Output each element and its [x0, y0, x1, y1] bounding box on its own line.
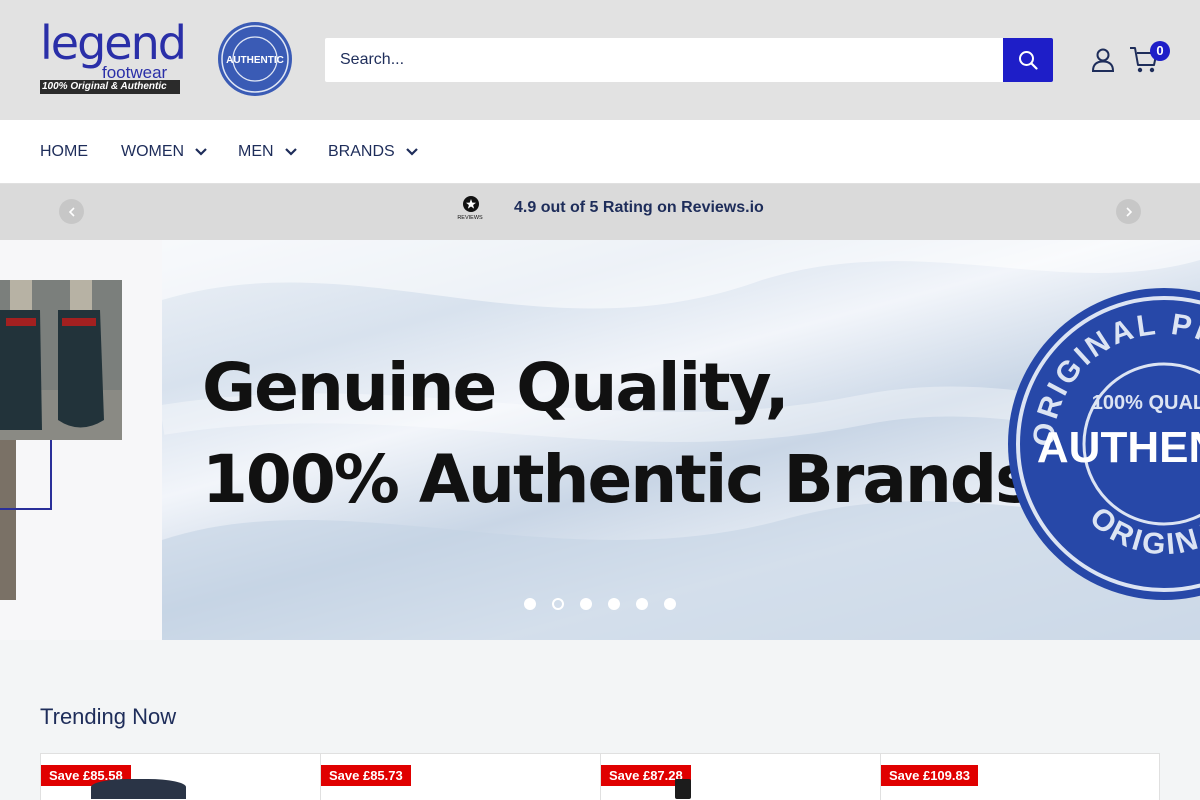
chevron-left-icon [68, 206, 75, 217]
product-card[interactable]: Save £109.83 [881, 754, 1161, 800]
nav-item-label: BRANDS [328, 143, 395, 160]
cart-count-badge: 0 [1150, 41, 1170, 61]
nav-item-label: WOMEN [121, 143, 185, 160]
slider-dot[interactable] [636, 598, 648, 610]
slider-dot[interactable] [664, 598, 676, 610]
logo-tagline: 100% Original & Authentic [40, 80, 180, 94]
slider-dots [0, 598, 1200, 610]
trending-title: Trending Now [40, 704, 177, 729]
hero-headline-line1: Genuine Quality, [202, 349, 790, 426]
save-badge: Save £109.83 [881, 765, 978, 786]
chevron-right-icon [1125, 206, 1132, 217]
slider-dot-active[interactable] [552, 598, 564, 610]
announcement-prev-button[interactable] [59, 199, 84, 224]
chevron-down-icon [284, 147, 298, 157]
announcement-next-button[interactable] [1116, 199, 1141, 224]
slider-dot[interactable] [524, 598, 536, 610]
nav-item-label: HOME [40, 143, 88, 160]
nav-item-home[interactable]: HOME [40, 120, 88, 184]
chevron-down-icon [405, 147, 419, 157]
chevron-down-icon [194, 147, 208, 157]
nav-item-men[interactable]: MEN [238, 120, 298, 184]
logo-word: legend [40, 16, 187, 70]
product-card[interactable]: Save £87.28 [601, 754, 881, 800]
site-header: legend footwear 100% Original & Authenti… [0, 0, 1200, 120]
product-grid: Save £85.58 Save £85.73 Save £87.28 Save… [40, 753, 1160, 800]
nav-item-label: MEN [238, 143, 274, 160]
main-nav: HOME WOMEN MEN BRANDS [0, 120, 1200, 184]
hero-slide-active[interactable]: Genuine Quality, 100% Authentic Brands O… [162, 240, 1200, 640]
authentic-stamp: ORIGINAL PRODUCT ORIGINAL 100% QUALITY A… [1004, 284, 1200, 604]
stamp-center-text: AUTHENTIC [1037, 423, 1200, 472]
save-badge: Save £85.73 [321, 765, 411, 786]
announcement-text[interactable]: 4.9 out of 5 Rating on Reviews.io [514, 198, 764, 218]
hero-slider: Genuine Quality, 100% Authentic Brands O… [0, 240, 1200, 640]
logo[interactable]: legend footwear 100% Original & Authenti… [40, 18, 187, 96]
search-icon [1019, 51, 1038, 70]
stamp-quality-text: 100% QUALITY [1092, 392, 1200, 414]
nav-item-brands[interactable]: BRANDS [328, 120, 419, 184]
search-input[interactable] [325, 38, 1003, 82]
product-card[interactable]: Save £85.73 [321, 754, 601, 800]
reviews-logo-text: REVIEWS [457, 215, 483, 221]
authentic-badge: AUTHENTIC [216, 20, 294, 98]
hero-headline-line2: 100% Authentic Brands [202, 441, 1034, 518]
search-button[interactable] [1003, 38, 1053, 82]
account-icon[interactable] [1090, 47, 1116, 73]
product-card[interactable]: Save £85.58 [41, 754, 321, 800]
product-image [675, 779, 691, 799]
reviews-io-logo: REVIEWS [455, 195, 487, 221]
previous-slide-peek[interactable] [0, 240, 162, 640]
boots-photo [0, 280, 122, 440]
badge-text: AUTHENTIC [226, 55, 284, 66]
search-bar [325, 38, 1053, 82]
decor-frame [0, 440, 52, 510]
slider-dot[interactable] [608, 598, 620, 610]
slider-dot[interactable] [580, 598, 592, 610]
nav-item-women[interactable]: WOMEN [121, 120, 208, 184]
product-image [91, 779, 186, 799]
